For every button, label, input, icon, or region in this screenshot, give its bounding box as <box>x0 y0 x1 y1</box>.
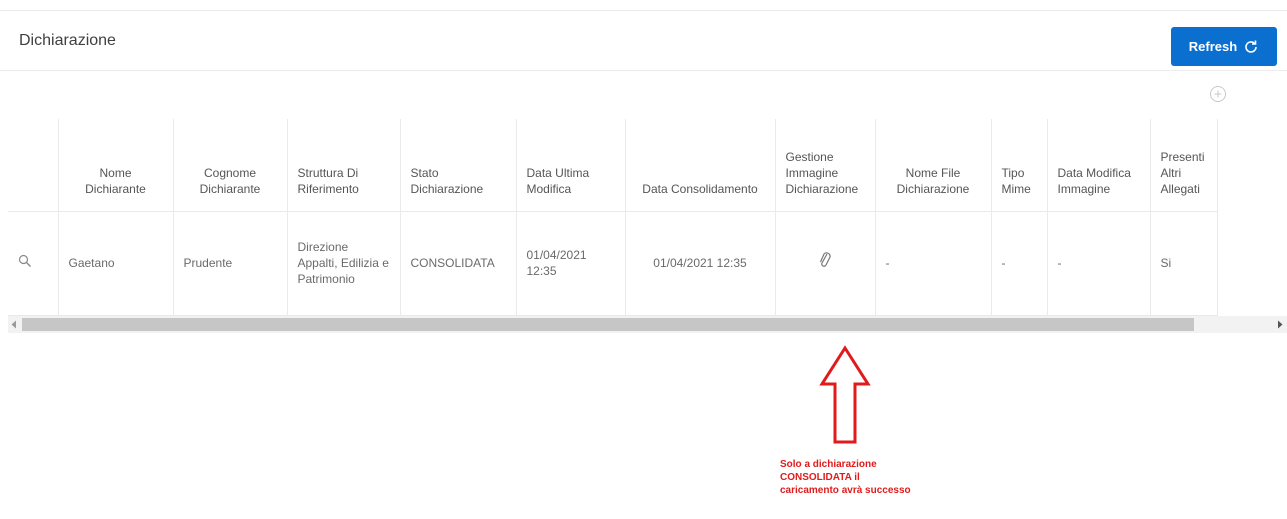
cell-gestione-immagine[interactable] <box>775 210 876 316</box>
column-header-nome-file[interactable]: Nome File Dichiarazione <box>875 119 992 211</box>
cell-nome-file: - <box>875 210 992 316</box>
column-header-nome[interactable]: Nome Dichiarante <box>58 119 174 211</box>
cell-tipo-mime: - <box>991 210 1048 316</box>
scroll-left-icon[interactable] <box>10 320 18 329</box>
column-header-cognome[interactable]: Cognome Dichiarante <box>173 119 288 211</box>
cell-altri-allegati: Si <box>1150 210 1218 316</box>
row-search-cell[interactable] <box>8 210 59 316</box>
cell-data-modifica-immagine: - <box>1047 210 1151 316</box>
column-header-data-consolidamento[interactable]: Data Consolidamento <box>625 119 776 211</box>
table-header-row: Nome Dichiarante Cognome Dichiarante Str… <box>8 119 1218 211</box>
cell-data-ultima-modifica: 01/04/2021 12:35 <box>516 210 626 316</box>
search-icon[interactable] <box>18 254 32 268</box>
column-header-altri-allegati[interactable]: Presenti Altri Allegati <box>1150 119 1218 211</box>
cell-cognome: Prudente <box>173 210 288 316</box>
cell-struttura: Direzione Appalti, Edilizia e Patrimonio <box>287 210 401 316</box>
refresh-button-label: Refresh <box>1188 39 1238 54</box>
column-header-struttura[interactable]: Struttura Di Riferimento <box>287 119 401 211</box>
table-row: Gaetano Prudente Direzione Appalti, Edil… <box>8 210 1218 316</box>
cell-data-consolidamento: 01/04/2021 12:35 <box>625 210 776 316</box>
column-header-data-modifica-immagine[interactable]: Data Modifica Immagine <box>1047 119 1151 211</box>
plus-circle-icon[interactable] <box>1208 84 1228 104</box>
horizontal-scrollbar[interactable] <box>8 316 1287 333</box>
scrollbar-thumb[interactable] <box>22 318 1194 331</box>
column-header-gestione-immagine[interactable]: Gestione Immagine Dichiarazione <box>775 119 876 211</box>
cell-stato: CONSOLIDATA <box>400 210 517 316</box>
refresh-icon <box>1245 40 1258 53</box>
column-header <box>8 119 59 211</box>
report-table: Nome Dichiarante Cognome Dichiarante Str… <box>8 119 1218 316</box>
region-header: Dichiarazione Refresh <box>0 11 1287 71</box>
paperclip-icon[interactable] <box>818 251 832 271</box>
cell-nome: Gaetano <box>58 210 174 316</box>
annotation-note: Solo a dichiarazione CONSOLIDATA il cari… <box>780 459 911 496</box>
column-header-stato[interactable]: Stato Dichiarazione <box>400 119 517 211</box>
column-header-tipo-mime[interactable]: Tipo Mime <box>991 119 1048 211</box>
column-header-data-ultima-modifica[interactable]: Data Ultima Modifica <box>516 119 626 211</box>
scroll-right-icon[interactable] <box>1276 320 1284 329</box>
up-arrow-icon <box>819 345 871 444</box>
refresh-button[interactable]: Refresh <box>1171 27 1277 66</box>
page-title: Dichiarazione <box>19 32 116 49</box>
